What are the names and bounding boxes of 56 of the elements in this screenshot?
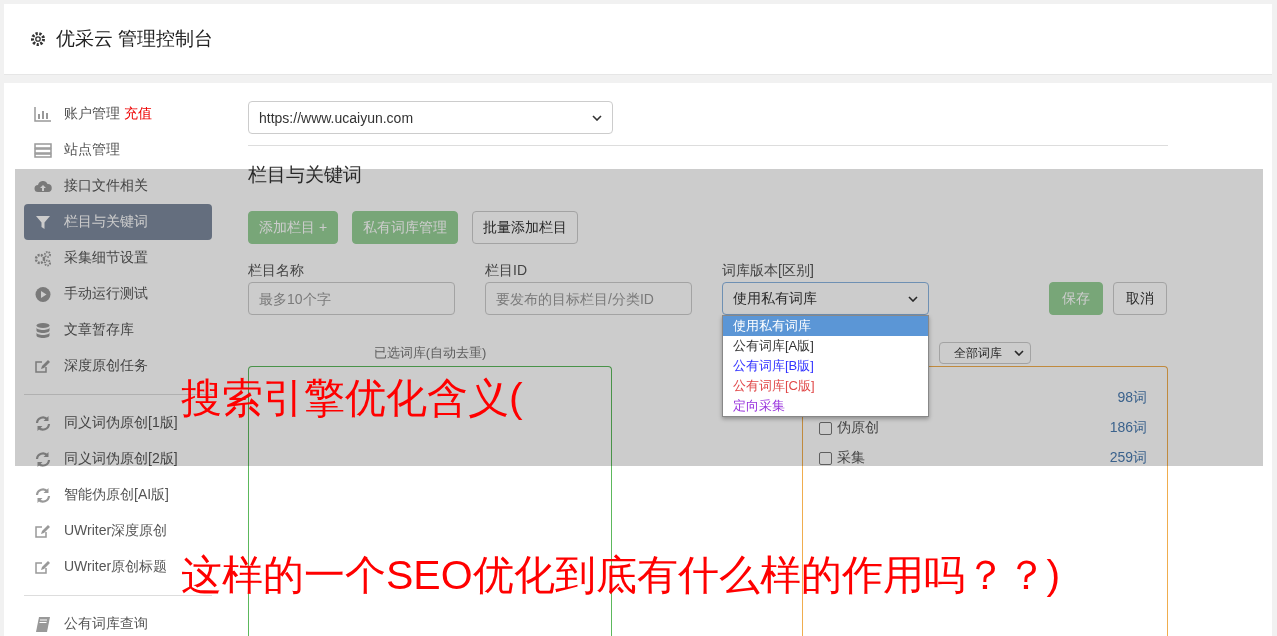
sidebar-item[interactable]: 采集细节设置 — [24, 240, 152, 276]
button[interactable]: 批量添加栏目 — [472, 211, 579, 244]
refresh-icon — [34, 414, 52, 432]
bar-chart-icon — [34, 105, 52, 123]
settings-icon — [29, 30, 47, 48]
gears-icon — [34, 249, 52, 267]
sidebar-item[interactable]: 栏目与关键词 — [24, 204, 212, 240]
sidebar-item[interactable]: 深度原创任务 — [24, 348, 152, 384]
checkbox[interactable] — [819, 421, 832, 435]
library-version-select[interactable]: 使用私有词库 — [722, 282, 929, 315]
play-icon — [34, 285, 52, 303]
filter-icon — [34, 213, 52, 231]
word-count: 259词 — [1109, 449, 1147, 467]
sidebar-item[interactable]: 账户管理 充值 — [24, 96, 156, 132]
sidebar-item[interactable]: 手动运行测试 — [24, 276, 152, 312]
word-count: 98词 — [1117, 389, 1147, 407]
edit-icon — [34, 558, 52, 576]
recharge-link[interactable]: 充值 — [124, 105, 152, 123]
edit-icon — [34, 522, 52, 540]
sidebar-item[interactable]: 文章暂存库 — [24, 312, 138, 348]
library-filter-select[interactable]: 全部词库 — [939, 342, 1031, 364]
sidebar-item[interactable]: UWriter原创标题 — [24, 549, 172, 585]
caret-icon — [592, 114, 602, 121]
caret-icon — [908, 295, 918, 302]
text-field[interactable]: 要发布的目标栏目/分类ID — [485, 282, 692, 315]
dropdown-option[interactable]: 公有词库[C版] — [723, 376, 928, 396]
text-field[interactable]: 最多10个字 — [248, 282, 455, 315]
checkbox[interactable] — [819, 451, 832, 465]
edit-icon — [34, 357, 52, 375]
field-label: 栏目ID — [485, 262, 528, 280]
word-count: 186词 — [1109, 419, 1147, 437]
sidebar-item[interactable]: 同义词伪原创[1版] — [24, 405, 182, 441]
field-label: 词库版本[区别] — [722, 262, 815, 280]
book-icon — [34, 615, 52, 633]
sidebar-item[interactable]: 同义词伪原创[2版] — [24, 441, 182, 477]
caret-icon — [1014, 350, 1024, 356]
app-title: 优采云 管理控制台 — [56, 27, 214, 51]
refresh-icon — [34, 450, 52, 468]
dropdown-option[interactable]: 定向采集 — [723, 396, 928, 416]
section-title: 栏目与关键词 — [248, 163, 363, 187]
server-icon — [34, 141, 52, 159]
library-label: 伪原创 — [837, 419, 879, 437]
dropdown-option[interactable]: 公有词库[A版] — [723, 336, 928, 356]
site-select[interactable]: https://www.ucaiyun.com — [248, 101, 613, 134]
sidebar-item[interactable]: 站点管理 — [24, 132, 124, 168]
database-icon — [34, 321, 52, 339]
button[interactable]: 取消 — [1113, 282, 1167, 315]
field-label: 栏目名称 — [248, 262, 305, 280]
library-label: 采集 — [837, 449, 865, 467]
sidebar-item[interactable]: 接口文件相关 — [24, 168, 152, 204]
sidebar-item[interactable]: UWriter深度原创 — [24, 513, 172, 549]
sidebar-item[interactable]: 公有词库查询 — [24, 606, 152, 636]
sidebar-item[interactable]: 智能伪原创[AI版] — [24, 477, 173, 513]
panel-title: 已选词库(自动去重) — [373, 344, 487, 362]
refresh-icon — [34, 486, 52, 504]
dropdown-option[interactable]: 公有词库[B版] — [723, 356, 928, 376]
